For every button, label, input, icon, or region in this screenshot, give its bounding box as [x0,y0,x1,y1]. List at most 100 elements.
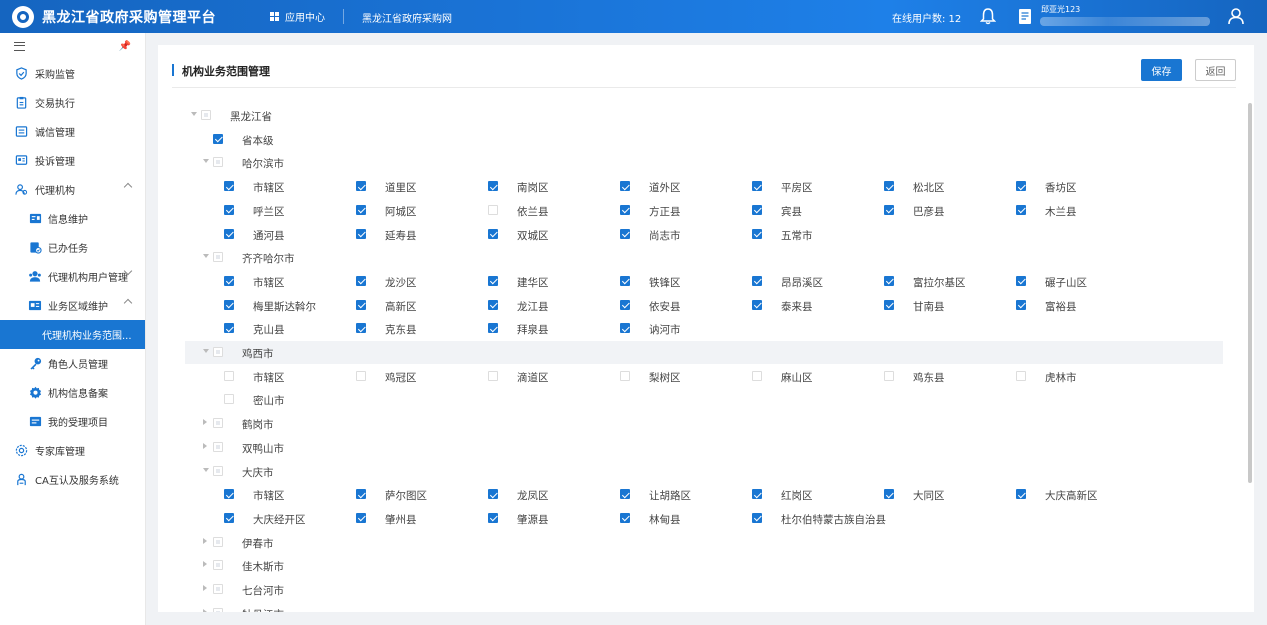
sidebar-item-13[interactable]: 专家库管理 [0,436,145,465]
tree-node-root[interactable]: 黑龙江省 [185,104,1223,127]
sidebar-item-3[interactable]: 投诉管理 [0,146,145,175]
district-item[interactable]: 宾县 [752,199,882,222]
menu-toggle-icon[interactable] [14,41,25,51]
district-item[interactable]: 甘南县 [884,294,1014,317]
district-checkbox[interactable] [752,299,762,310]
back-button[interactable]: 返回 [1195,59,1236,81]
district-checkbox[interactable] [488,181,498,192]
district-checkbox[interactable] [1016,489,1026,500]
district-checkbox[interactable] [1016,181,1026,192]
district-checkbox[interactable] [356,181,366,192]
sidebar-item-8[interactable]: 业务区域维护 [0,291,145,320]
district-item[interactable]: 大庆高新区 [1016,483,1146,506]
district-item[interactable]: 市辖区 [224,175,354,198]
district-checkbox[interactable] [884,370,894,381]
district-checkbox[interactable] [1016,299,1026,310]
sidebar-item-0[interactable]: 采购监管 [0,59,145,88]
tree-checkbox[interactable] [213,607,223,612]
tree-checkbox[interactable] [201,110,211,120]
district-item[interactable]: 依兰县 [488,199,618,222]
district-item[interactable]: 依安县 [620,294,750,317]
district-checkbox[interactable] [224,370,234,381]
district-item[interactable]: 道里区 [356,175,486,198]
district-checkbox[interactable] [488,275,498,286]
bell-icon[interactable] [980,7,996,25]
district-item[interactable]: 密山市 [224,388,354,411]
district-item[interactable]: 铁锋区 [620,270,750,293]
username[interactable]: 邱亚光123 [1041,4,1080,15]
district-checkbox[interactable] [356,275,366,286]
district-item[interactable]: 鸡冠区 [356,365,486,388]
district-checkbox[interactable] [488,489,498,500]
district-item[interactable]: 双城区 [488,223,618,246]
district-checkbox[interactable] [620,323,630,334]
district-item[interactable]: 龙江县 [488,294,618,317]
pin-icon[interactable]: 📌 [119,41,131,52]
caret-down-icon[interactable] [203,254,209,259]
district-item[interactable]: 虎林市 [1016,365,1146,388]
sidebar-item-4[interactable]: 代理机构 [0,175,145,204]
tree-node-city[interactable]: 七台河市 [185,578,1223,601]
district-item[interactable]: 五常市 [752,223,882,246]
district-checkbox[interactable] [356,323,366,334]
district-checkbox[interactable] [620,489,630,500]
chevron-up-icon[interactable] [123,182,133,192]
district-item[interactable]: 麻山区 [752,365,882,388]
district-item[interactable]: 萨尔图区 [356,483,486,506]
tree-checkbox[interactable] [213,347,223,357]
tree-checkbox[interactable] [213,584,223,594]
district-checkbox[interactable] [356,204,366,215]
district-checkbox[interactable] [224,228,234,239]
district-checkbox[interactable] [356,489,366,500]
district-item[interactable]: 梨树区 [620,365,750,388]
district-item[interactable]: 拜泉县 [488,317,618,340]
district-checkbox[interactable] [620,275,630,286]
caret-right-icon[interactable] [203,537,207,544]
gov-website-link[interactable]: 黑龙江省政府采购网 [362,10,452,25]
district-checkbox[interactable] [1016,370,1026,381]
sidebar-item-2[interactable]: 诚信管理 [0,117,145,146]
district-item[interactable]: 富拉尔基区 [884,270,1014,293]
district-item[interactable]: 林甸县 [620,507,750,530]
tree-node-city[interactable]: 大庆市 [185,460,1223,483]
tree-checkbox[interactable] [213,133,223,144]
district-item[interactable]: 富裕县 [1016,294,1146,317]
district-checkbox[interactable] [356,228,366,239]
district-checkbox[interactable] [620,228,630,239]
tree-checkbox[interactable] [213,441,223,452]
district-checkbox[interactable] [884,181,894,192]
district-checkbox[interactable] [620,299,630,310]
district-item[interactable]: 松北区 [884,175,1014,198]
district-checkbox[interactable] [224,323,234,334]
district-item[interactable]: 市辖区 [224,270,354,293]
district-item[interactable]: 克东县 [356,317,486,340]
district-checkbox[interactable] [224,299,234,310]
district-checkbox[interactable] [884,489,894,500]
district-checkbox[interactable] [752,275,762,286]
caret-down-icon[interactable] [203,159,209,164]
sidebar-item-14[interactable]: CA互认及服务系统 [0,465,145,494]
tree-checkbox[interactable] [213,465,223,476]
district-checkbox[interactable] [488,228,498,239]
district-checkbox[interactable] [224,181,234,192]
district-item[interactable]: 鸡东县 [884,365,1014,388]
district-checkbox[interactable] [488,512,498,523]
document-icon[interactable] [1018,8,1032,25]
sidebar-item-12[interactable]: 我的受理项目 [0,407,145,436]
district-item[interactable]: 香坊区 [1016,175,1146,198]
tree-node-city[interactable]: 双鸭山市 [185,436,1223,459]
district-item[interactable]: 讷河市 [620,317,750,340]
district-item[interactable]: 巴彦县 [884,199,1014,222]
district-item[interactable]: 南岗区 [488,175,618,198]
district-checkbox[interactable] [752,512,762,523]
district-checkbox[interactable] [884,204,894,215]
district-checkbox[interactable] [884,275,894,286]
district-item[interactable]: 尚志市 [620,223,750,246]
district-item[interactable]: 泰来县 [752,294,882,317]
tree-node-city[interactable]: 牡丹江市 [185,602,1223,612]
caret-right-icon[interactable] [203,419,207,426]
district-checkbox[interactable] [884,299,894,310]
scrollbar[interactable] [1248,103,1252,483]
app-center-button[interactable]: 应用中心 [270,0,325,33]
district-item[interactable]: 杜尔伯特蒙古族自治县 [752,507,886,530]
